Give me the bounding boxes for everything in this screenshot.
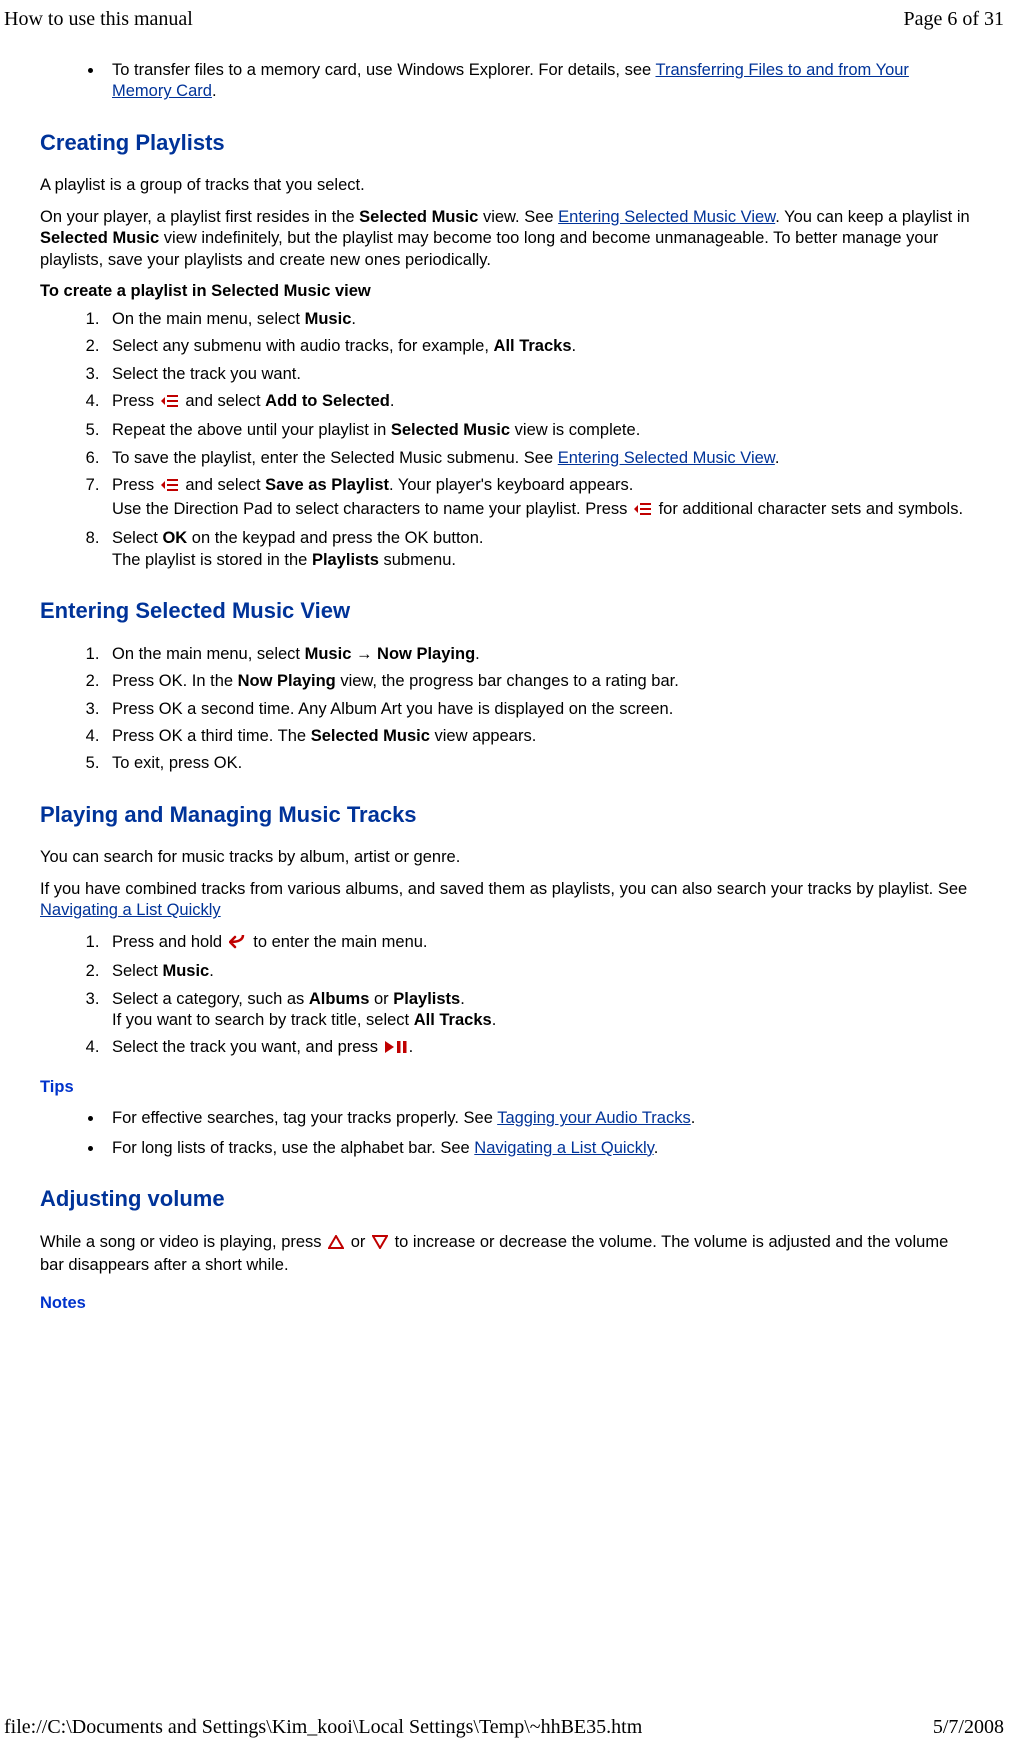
back-arrow-icon — [229, 934, 247, 955]
paragraph: While a song or video is playing, press … — [40, 1232, 972, 1277]
heading-adjusting-volume: Adjusting volume — [40, 1185, 972, 1214]
volume-down-icon — [372, 1234, 388, 1255]
footer-date: 5/7/2008 — [933, 1714, 1004, 1740]
list-item: For effective searches, tag your tracks … — [104, 1108, 972, 1129]
play-pause-icon — [385, 1039, 407, 1060]
heading-creating-playlists: Creating Playlists — [40, 129, 972, 158]
link-entering-selected[interactable]: Entering Selected Music View — [558, 208, 775, 226]
paragraph: If you have combined tracks from various… — [40, 879, 972, 922]
list-item: Press and select Save as Playlist. Your … — [104, 475, 972, 522]
list-item: Select any submenu with audio tracks, fo… — [104, 336, 972, 357]
howto-heading: To create a playlist in Selected Music v… — [40, 281, 972, 302]
list-item: Press OK a third time. The Selected Musi… — [104, 726, 972, 747]
notes-heading: Notes — [40, 1293, 972, 1314]
heading-playing-managing: Playing and Managing Music Tracks — [40, 801, 972, 830]
list-item: Select OK on the keypad and press the OK… — [104, 528, 972, 571]
creating-steps: On the main menu, select Music. Select a… — [104, 309, 972, 571]
list-item: On the main menu, select Music → Now Pla… — [104, 644, 972, 665]
list-item: Select a category, such as Albums or Pla… — [104, 989, 972, 1032]
tips-list: For effective searches, tag your tracks … — [104, 1108, 972, 1159]
paragraph: You can search for music tracks by album… — [40, 847, 972, 868]
options-icon — [634, 501, 652, 522]
list-item: To exit, press OK. — [104, 753, 972, 774]
list-item: On the main menu, select Music. — [104, 309, 972, 330]
list-item: To save the playlist, enter the Selected… — [104, 448, 972, 469]
link-entering-selected[interactable]: Entering Selected Music View — [558, 449, 775, 467]
tips-heading: Tips — [40, 1077, 972, 1098]
list-item: To transfer files to a memory card, use … — [104, 60, 972, 103]
list-item: For long lists of tracks, use the alphab… — [104, 1138, 972, 1159]
page-content: To transfer files to a memory card, use … — [0, 32, 1012, 1314]
page-number: Page 6 of 31 — [903, 6, 1004, 32]
page-header: How to use this manual Page 6 of 31 — [0, 0, 1012, 32]
list-item: Press OK. In the Now Playing view, the p… — [104, 671, 972, 692]
list-item: Press and hold to enter the main menu. — [104, 932, 972, 955]
playing-steps: Press and hold to enter the main menu. S… — [104, 932, 972, 1061]
paragraph: A playlist is a group of tracks that you… — [40, 175, 972, 196]
options-icon — [161, 393, 179, 414]
list-item: Select the track you want, and press . — [104, 1037, 972, 1060]
file-path: file://C:\Documents and Settings\Kim_koo… — [4, 1714, 642, 1740]
link-tagging-tracks[interactable]: Tagging your Audio Tracks — [497, 1109, 691, 1127]
heading-entering-selected: Entering Selected Music View — [40, 597, 972, 626]
paragraph: On your player, a playlist first resides… — [40, 207, 972, 271]
doc-title: How to use this manual — [4, 6, 193, 32]
volume-up-icon — [328, 1234, 344, 1255]
list-item: Select the track you want. — [104, 364, 972, 385]
link-navigating-list[interactable]: Navigating a List Quickly — [474, 1139, 653, 1157]
page-footer: file://C:\Documents and Settings\Kim_koo… — [4, 1714, 1004, 1740]
list-item: Press OK a second time. Any Album Art yo… — [104, 699, 972, 720]
entering-steps: On the main menu, select Music → Now Pla… — [104, 644, 972, 775]
list-item: Press and select Add to Selected. — [104, 391, 972, 414]
link-navigating-list[interactable]: Navigating a List Quickly — [40, 901, 221, 919]
intro-list: To transfer files to a memory card, use … — [104, 60, 972, 103]
list-item: Repeat the above until your playlist in … — [104, 420, 972, 441]
options-icon — [161, 477, 179, 498]
list-item: Select Music. — [104, 961, 972, 982]
